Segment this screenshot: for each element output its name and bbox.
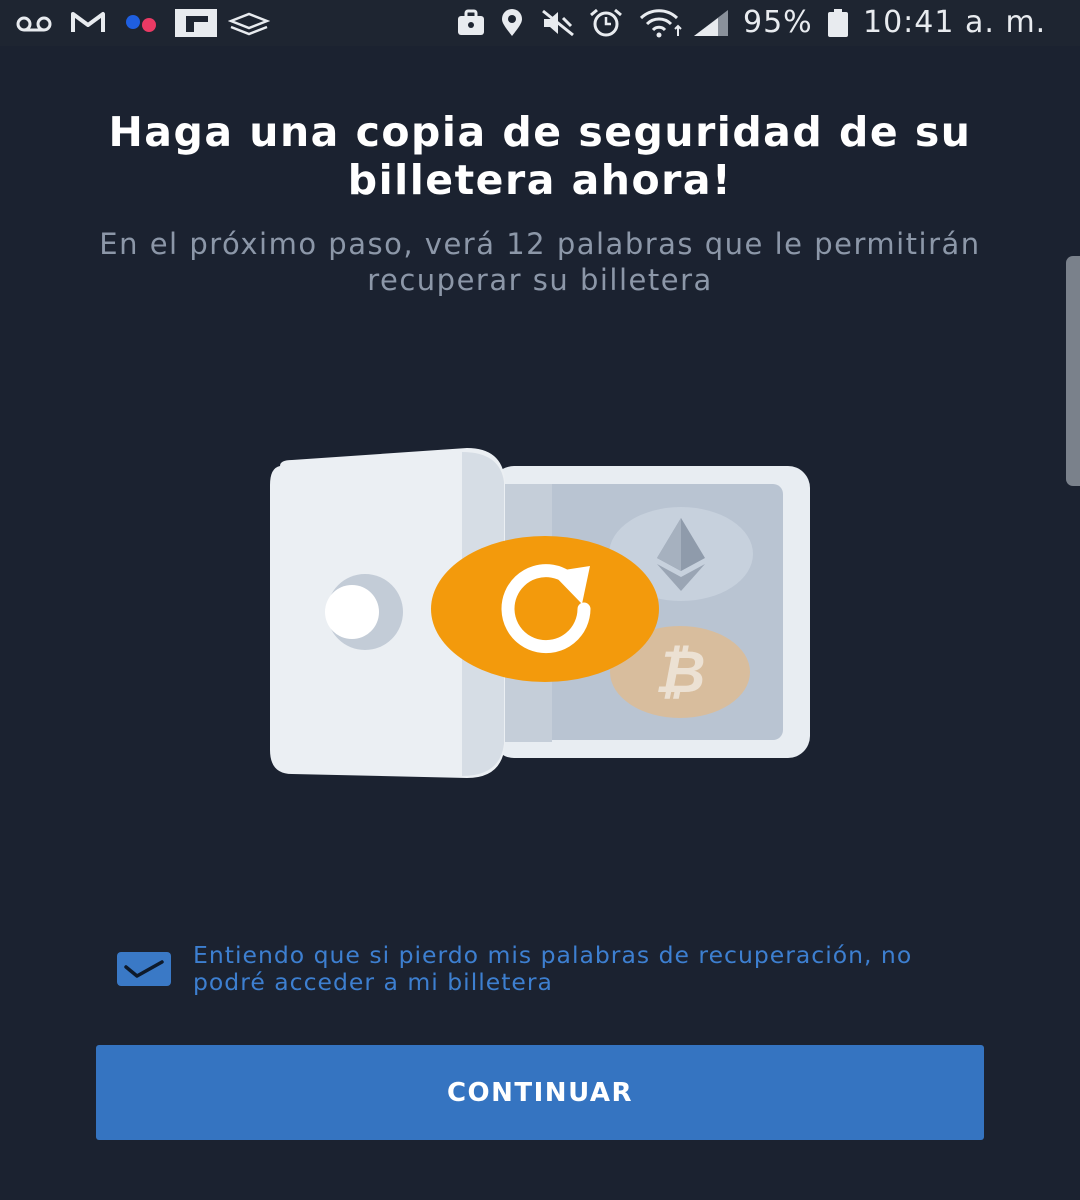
consent-label[interactable]: Entiendo que si pierdo mis palabras de r… <box>193 942 953 996</box>
signal-icon <box>694 10 728 36</box>
page-title: Haga una copia de seguridad de su billet… <box>108 108 972 204</box>
location-icon <box>502 9 522 36</box>
vault-illustration: ₿ <box>270 448 810 778</box>
consent-checkbox[interactable] <box>117 952 171 986</box>
alarm-icon <box>590 8 622 37</box>
battery-percentage: 95% <box>743 5 813 40</box>
battery-icon <box>828 9 848 37</box>
mute-icon <box>542 9 574 37</box>
clock: 10:41 a. m. <box>863 5 1047 40</box>
checkmark-icon <box>124 960 164 978</box>
layers-icon <box>228 12 270 36</box>
status-bar: 95% 10:41 a. m. <box>0 0 1080 46</box>
gmail-icon <box>71 12 105 32</box>
svg-text:₿: ₿ <box>655 638 706 706</box>
wifi-icon <box>639 9 682 38</box>
voicemail-icon <box>16 16 52 32</box>
refresh-icon <box>431 536 659 682</box>
flickr-icon <box>126 15 156 32</box>
continue-button[interactable]: CONTINUAR <box>96 1045 984 1140</box>
flipboard-icon <box>175 9 217 37</box>
briefcase-icon <box>458 9 484 35</box>
scrollbar-handle[interactable] <box>1066 256 1080 486</box>
page-subtitle: En el próximo paso, verá 12 palabras que… <box>99 227 981 297</box>
